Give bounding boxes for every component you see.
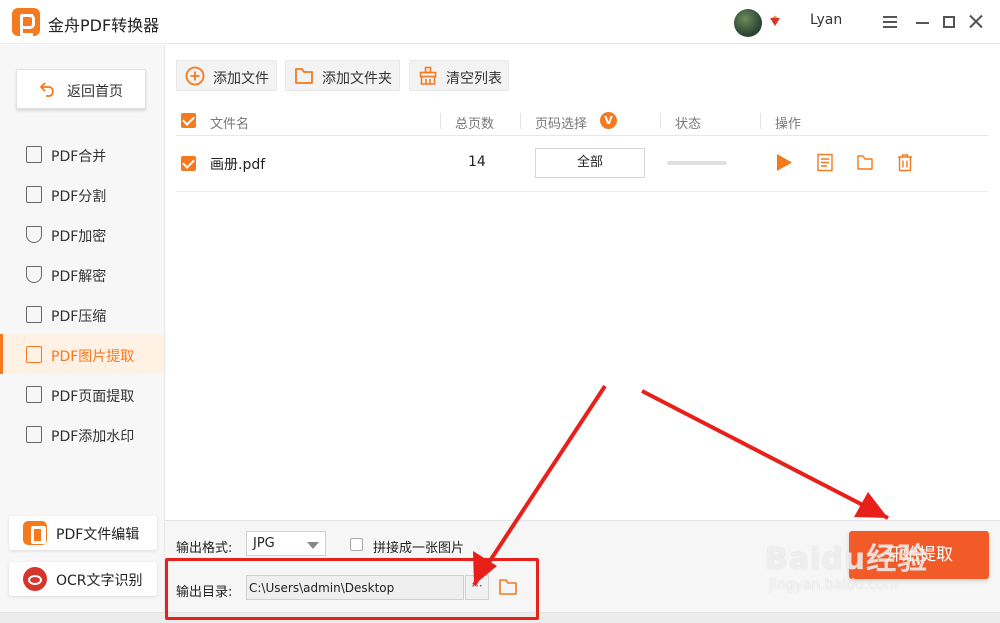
page-range-select[interactable]: 全部: [535, 148, 645, 178]
folder-icon: [295, 68, 313, 84]
add-file-button[interactable]: 添加文件: [176, 60, 277, 91]
sidebar-item-label: PDF页面提取: [51, 389, 135, 405]
open-folder-icon[interactable]: [498, 578, 518, 596]
sidebar-item-label: PDF分割: [51, 189, 107, 205]
back-home-button[interactable]: 返回首页: [16, 69, 146, 109]
app-window: 金舟PDF转换器 Lyan 返回首页 PDF合并 PDF分割 PDF加密 PDF…: [0, 0, 1000, 623]
output-format-label: 输出格式:: [176, 541, 233, 556]
sidebar-item-label: PDF解密: [51, 269, 107, 285]
sidebar-item-decrypt[interactable]: PDF解密: [0, 254, 164, 294]
maximize-icon[interactable]: [937, 10, 961, 34]
app-title: 金舟PDF转换器: [48, 16, 160, 35]
plus-circle-icon: [185, 66, 205, 86]
clear-list-button[interactable]: 清空列表: [409, 60, 509, 91]
shield-minus-icon: [26, 266, 42, 283]
ocr-label: OCR文字识别: [56, 573, 143, 589]
trash-icon[interactable]: [896, 153, 914, 172]
sidebar-item-page-extract[interactable]: PDF页面提取: [0, 374, 164, 414]
sidebar-item-compress[interactable]: PDF压缩: [0, 294, 164, 334]
ocr-button[interactable]: OCR文字识别: [9, 562, 157, 596]
sidebar-item-split[interactable]: PDF分割: [0, 174, 164, 214]
file-name-cell: 画册.pdf: [210, 157, 266, 173]
column-divider: [520, 113, 521, 129]
header-status: 状态: [675, 117, 702, 132]
pdf-edit-label: PDF文件编辑: [56, 527, 140, 543]
split-icon: [26, 186, 42, 203]
clear-list-label: 清空列表: [446, 71, 502, 87]
open-folder-icon[interactable]: [856, 153, 874, 172]
merge-images-checkbox[interactable]: [350, 538, 363, 551]
status-progress-bar: [667, 161, 727, 165]
sidebar-item-watermark[interactable]: PDF添加水印: [0, 414, 164, 454]
select-all-checkbox[interactable]: [181, 113, 196, 128]
back-home-label: 返回首页: [67, 84, 123, 100]
vip-badge-icon[interactable]: [768, 14, 782, 28]
annotation-arrow-to-start: [641, 389, 889, 520]
page-select-info-badge[interactable]: V: [600, 112, 617, 129]
merge-images-label: 拼接成一张图片: [373, 541, 465, 556]
file-table-header: 文件名 总页数 页码选择 V 状态 操作: [176, 106, 988, 136]
output-dir-label: 输出目录:: [176, 585, 233, 600]
sidebar-item-label: PDF图片提取: [51, 349, 135, 365]
page-icon: [26, 386, 42, 403]
sidebar-item-label: PDF压缩: [51, 309, 107, 325]
pdf-edit-icon: [23, 521, 47, 545]
header-page-count: 总页数: [455, 117, 495, 132]
sidebar-item-label: PDF合并: [51, 149, 107, 165]
output-format-value: JPG: [253, 536, 275, 551]
compress-icon: [26, 306, 42, 323]
app-logo-icon: [12, 8, 40, 36]
annotation-arrowhead: [854, 492, 888, 518]
ocr-eye-icon: [23, 567, 47, 591]
header-actions: 操作: [775, 117, 802, 132]
sidebar: 返回首页 PDF合并 PDF分割 PDF加密 PDF解密 PDF压缩 PDF图片…: [0, 45, 165, 623]
sidebar-item-label: PDF添加水印: [51, 429, 135, 445]
close-icon[interactable]: [964, 10, 988, 34]
shield-plus-icon: [26, 226, 42, 243]
merge-icon: [26, 146, 42, 163]
header-file-name: 文件名: [210, 117, 250, 132]
username[interactable]: Lyan: [810, 12, 842, 28]
add-folder-button[interactable]: 添加文件夹: [285, 60, 400, 91]
output-dir-input[interactable]: [246, 575, 464, 600]
document-list-icon[interactable]: [816, 153, 834, 172]
output-format-select[interactable]: JPG: [246, 531, 326, 556]
play-icon[interactable]: [775, 153, 793, 172]
pdf-edit-button[interactable]: PDF文件编辑: [9, 516, 157, 550]
row-checkbox[interactable]: [181, 156, 196, 171]
menu-icon[interactable]: [878, 10, 902, 34]
title-bar: 金舟PDF转换器 Lyan: [0, 0, 1000, 44]
add-file-label: 添加文件: [213, 71, 269, 87]
broom-icon: [419, 66, 437, 85]
column-divider: [440, 113, 441, 129]
sidebar-item-encrypt[interactable]: PDF加密: [0, 214, 164, 254]
back-arrow-icon: [39, 82, 54, 97]
user-avatar[interactable]: [734, 9, 762, 37]
sidebar-item-image-extract[interactable]: PDF图片提取: [0, 334, 164, 374]
add-folder-label: 添加文件夹: [322, 71, 392, 87]
browse-dir-button[interactable]: ···: [465, 575, 489, 600]
image-icon: [26, 346, 42, 363]
sidebar-item-merge[interactable]: PDF合并: [0, 134, 164, 174]
status-strip: [0, 612, 1000, 623]
table-row: 画册.pdf 14 全部: [176, 136, 988, 192]
column-divider: [660, 113, 661, 129]
start-extract-button[interactable]: 开始提取: [849, 531, 989, 579]
column-divider: [760, 113, 761, 129]
watermark-icon: [26, 426, 42, 443]
chevron-down-icon: [307, 542, 319, 549]
sidebar-item-label: PDF加密: [51, 229, 107, 245]
page-count-cell: 14: [468, 154, 486, 170]
minimize-icon[interactable]: [911, 10, 935, 34]
header-page-select: 页码选择: [535, 117, 588, 132]
